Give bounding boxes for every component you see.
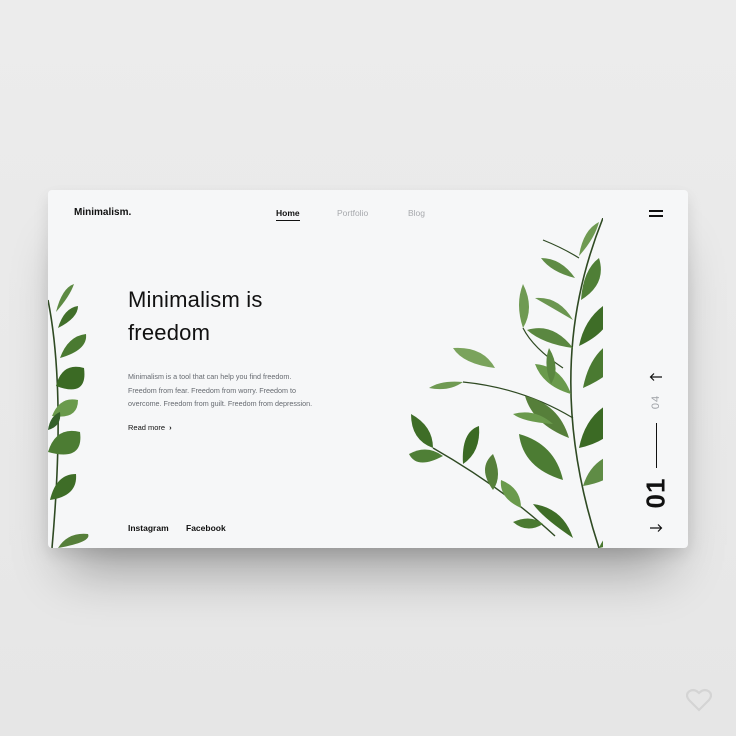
- nav-portfolio[interactable]: Portfolio: [337, 208, 368, 218]
- slide-current: 01: [640, 477, 671, 509]
- hero-title: Minimalism is freedom: [128, 283, 348, 349]
- description-line: Minimalism is a tool that can help you f…: [128, 372, 292, 381]
- brand-logo[interactable]: Minimalism.: [74, 207, 131, 218]
- read-more-label: Read more: [128, 423, 166, 432]
- arrow-right-icon[interactable]: [649, 523, 663, 533]
- instagram-link[interactable]: Instagram: [128, 523, 169, 533]
- hero-description: Minimalism is a tool that can help you f…: [128, 370, 348, 411]
- nav-blog[interactable]: Blog: [408, 208, 425, 218]
- heart-icon: [686, 688, 712, 712]
- description-line: Freedom from fear. Freedom from worry. F…: [128, 385, 297, 395]
- hero-title-line-2: freedom: [128, 320, 211, 345]
- slide-divider: [656, 423, 657, 468]
- hamburger-menu-icon[interactable]: [649, 210, 663, 217]
- description-line: overcome. Freedom from guilt. Freedom fr…: [128, 399, 313, 408]
- left-plant-image: [48, 284, 89, 548]
- facebook-link[interactable]: Facebook: [186, 523, 226, 533]
- read-more-link[interactable]: Read more ›: [128, 423, 172, 432]
- slide-total: 04: [650, 394, 662, 410]
- hero-card: Minimalism. Home Portfolio Blog Minimali…: [48, 190, 688, 548]
- nav-home[interactable]: Home: [276, 208, 300, 221]
- hero-title-line-1: Minimalism is: [128, 287, 263, 312]
- chevron-right-icon: ›: [169, 423, 172, 432]
- right-plant-image: [409, 218, 603, 548]
- arrow-left-icon[interactable]: [649, 372, 663, 382]
